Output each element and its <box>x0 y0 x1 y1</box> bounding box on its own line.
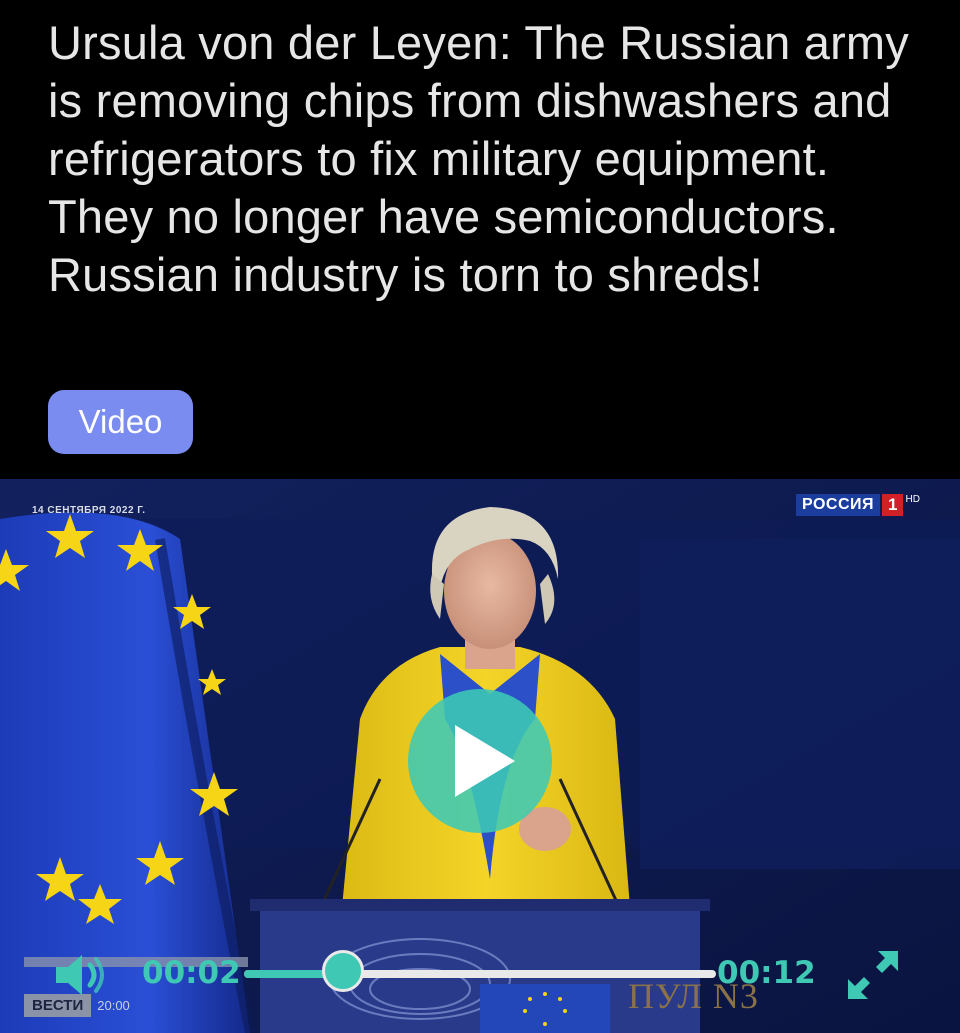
player-controls: 00:02 00:12 <box>0 949 960 999</box>
current-time: 00:02 <box>142 955 241 991</box>
news-logo-time: 20:00 <box>97 998 130 1013</box>
volume-icon[interactable] <box>52 953 108 997</box>
play-button[interactable] <box>408 689 552 833</box>
seek-bar[interactable] <box>244 950 716 992</box>
channel-name: РОССИЯ <box>796 494 881 516</box>
video-player[interactable]: 14 СЕНТЯБРЯ 2022 Г. РОССИЯ 1 HD ПУЛ N3 В… <box>0 479 960 1033</box>
date-overlay: 14 СЕНТЯБРЯ 2022 Г. <box>32 505 146 516</box>
channel-number: 1 <box>882 494 904 516</box>
total-time: 00:12 <box>717 955 816 991</box>
play-icon <box>455 725 515 797</box>
channel-logo: РОССИЯ 1 HD <box>796 494 920 516</box>
post-headline: Ursula von der Leyen: The Russian army i… <box>48 16 909 301</box>
video-badge[interactable]: Video <box>48 390 193 454</box>
channel-hd: HD <box>905 494 920 505</box>
seek-bar-thumb[interactable] <box>322 950 365 992</box>
fullscreen-icon[interactable] <box>846 949 900 1001</box>
